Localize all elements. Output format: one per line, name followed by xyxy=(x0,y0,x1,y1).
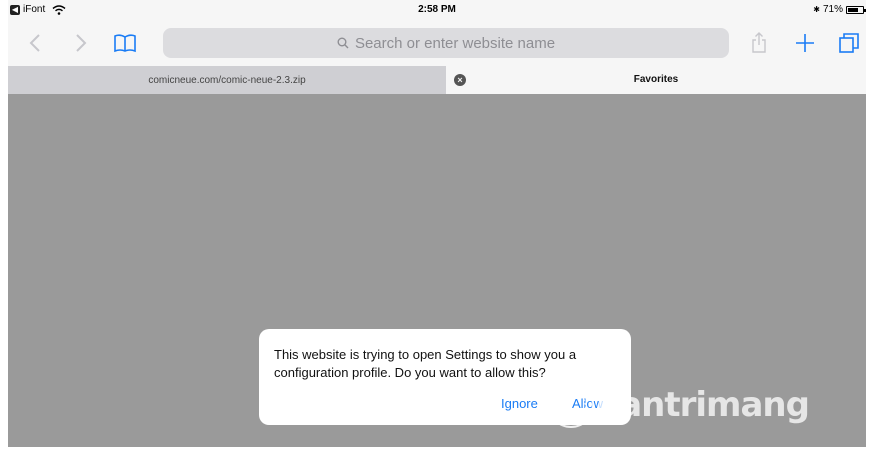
share-icon[interactable] xyxy=(744,28,774,58)
bookmarks-icon[interactable] xyxy=(110,28,140,58)
tab-bar: comicneue.com/comic-neue-2.3.zip × Favor… xyxy=(8,66,866,94)
plus-icon[interactable] xyxy=(790,28,820,58)
tab-favorites[interactable]: × Favorites xyxy=(446,66,866,94)
watermark-text: uantrimang xyxy=(596,385,810,425)
search-icon xyxy=(337,37,349,49)
battery-icon xyxy=(846,5,866,14)
tab-comicneue[interactable]: comicneue.com/comic-neue-2.3.zip xyxy=(8,66,446,94)
status-right: ✱ 71% xyxy=(813,4,866,15)
alert-message: This website is trying to open Settings … xyxy=(274,347,577,380)
tab-label: comicneue.com/comic-neue-2.3.zip xyxy=(148,74,306,86)
bluetooth-icon: ✱ xyxy=(813,5,820,14)
watermark-seal-icon xyxy=(548,382,594,428)
back-icon[interactable] xyxy=(20,28,50,58)
status-bar: ◀ iFont 2:58 PM ✱ 71% xyxy=(8,0,866,20)
watermark-logo: uantrimang xyxy=(548,382,810,428)
address-bar[interactable]: Search or enter website name xyxy=(163,28,729,58)
browser-toolbar: Search or enter website name xyxy=(8,20,866,66)
battery-percent: 71% xyxy=(822,4,843,15)
forward-icon[interactable] xyxy=(66,28,96,58)
ignore-button[interactable]: Ignore xyxy=(501,396,538,411)
address-placeholder: Search or enter website name xyxy=(354,34,556,52)
status-time: 2:58 PM xyxy=(418,4,456,15)
safari-window: ◀ iFont 2:58 PM ✱ 71% Search or enter we… xyxy=(8,0,866,447)
tab-label: Favorites xyxy=(633,74,679,85)
tabs-icon[interactable] xyxy=(834,28,864,58)
